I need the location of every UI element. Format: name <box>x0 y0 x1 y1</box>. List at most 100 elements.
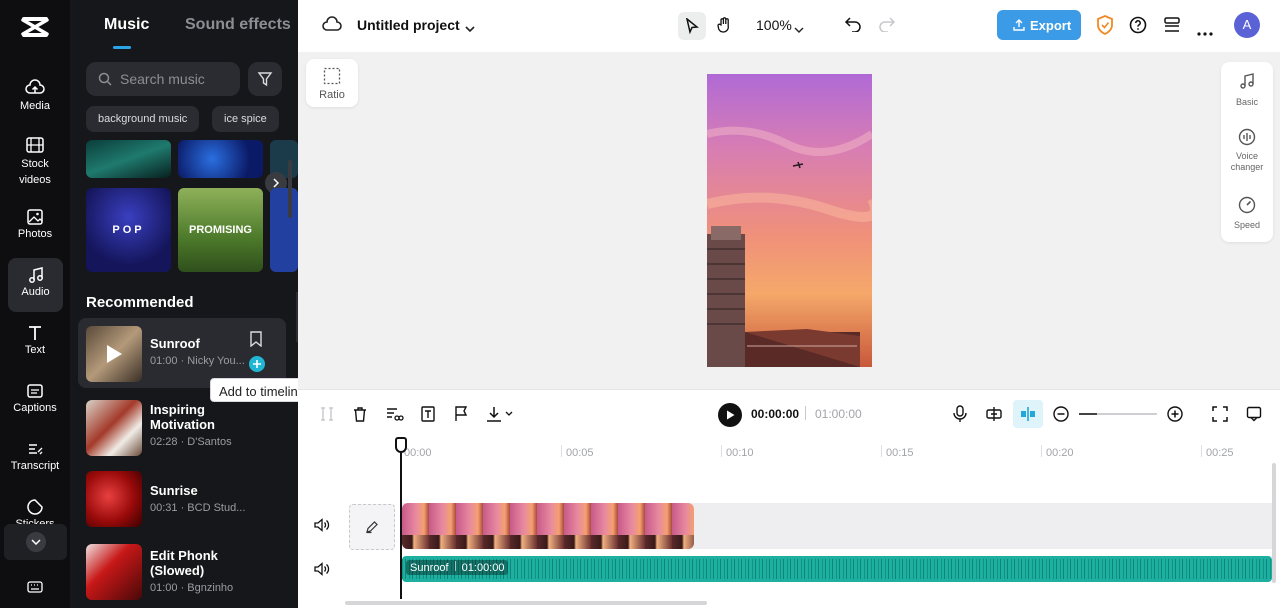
help-icon[interactable] <box>1129 16 1147 39</box>
bookmark-icon[interactable] <box>250 331 262 352</box>
rail-label: Text <box>24 344 46 356</box>
volume-icon[interactable] <box>314 518 330 537</box>
voice-changer-button[interactable]: Voice changer <box>1221 128 1273 173</box>
microphone-icon[interactable] <box>952 405 968 428</box>
redo-button[interactable] <box>878 16 896 37</box>
speed-button[interactable]: Speed <box>1221 196 1273 230</box>
chevron-right-icon <box>273 178 279 188</box>
basic-button[interactable]: Basic <box>1221 72 1273 107</box>
timeline-v-scrollbar[interactable] <box>1272 463 1276 583</box>
tab-music[interactable]: Music <box>104 16 149 34</box>
audio-clip-label: Sunroof 01:00:00 <box>406 560 509 575</box>
music-note-icon <box>28 267 43 283</box>
delete-icon[interactable] <box>352 406 368 427</box>
tick-label: 00:25 <box>1206 447 1234 459</box>
rail-expand[interactable] <box>4 524 67 560</box>
flag-icon[interactable] <box>454 406 468 427</box>
play-icon <box>726 410 734 420</box>
zoom-slider[interactable] <box>1079 413 1157 415</box>
zoom-slider-fill <box>1079 413 1097 415</box>
comment-icon[interactable] <box>1246 406 1262 427</box>
tick-label: 00:15 <box>886 447 914 459</box>
hand-tool-button[interactable] <box>716 16 734 39</box>
search-placeholder: Search music <box>120 71 205 87</box>
volume-icon[interactable] <box>314 562 330 581</box>
card-thumb[interactable] <box>270 188 298 272</box>
chevron-down-icon <box>25 532 46 552</box>
play-button[interactable] <box>718 403 742 427</box>
trim-icon[interactable] <box>386 406 404 427</box>
current-time: 00:00:00 <box>751 407 800 421</box>
split-icon[interactable] <box>320 406 334 427</box>
zoom-out-icon[interactable] <box>1053 406 1069 427</box>
layers-icon[interactable] <box>1163 17 1181 38</box>
voice-wave-icon <box>1238 128 1256 146</box>
filter-button[interactable] <box>248 62 282 96</box>
rail-item-audio[interactable]: Audio <box>8 258 63 312</box>
preview-canvas: Ratio Basic Voice changer Speed <box>298 52 1280 389</box>
side-panel: Basic Voice changer Speed <box>1221 62 1273 242</box>
ratio-button[interactable]: Ratio <box>306 59 358 107</box>
download-icon[interactable] <box>486 406 514 427</box>
undo-button[interactable] <box>844 16 862 37</box>
keyboard-icon[interactable] <box>27 580 43 598</box>
cursor-icon <box>685 18 699 34</box>
chip-background-music[interactable]: background music <box>86 106 200 132</box>
playhead-line <box>400 451 402 599</box>
text-icon <box>29 326 41 340</box>
chevron-down-icon[interactable] <box>465 20 475 38</box>
chevron-down-icon[interactable] <box>794 21 804 39</box>
rail-item-text[interactable]: Text <box>0 324 70 380</box>
add-to-timeline-button[interactable] <box>249 356 265 372</box>
track-item-edit-phonk[interactable]: Edit Phonk (Slowed) 01:00 · Bgnzinho <box>78 536 286 606</box>
card-label: POP <box>112 224 145 236</box>
play-icon[interactable] <box>105 344 123 369</box>
magnet-button[interactable] <box>1013 400 1043 428</box>
select-tool-button[interactable] <box>678 12 706 40</box>
rail-label: Photos <box>17 228 53 240</box>
search-input[interactable]: Search music <box>86 62 240 96</box>
avatar[interactable]: A <box>1234 12 1260 38</box>
track-thumb <box>86 400 142 456</box>
side-label: Basic <box>1235 97 1258 107</box>
export-label: Export <box>1030 18 1072 33</box>
card-pop[interactable]: POP <box>86 188 171 272</box>
zoom-in-icon[interactable] <box>1167 406 1183 427</box>
shield-icon[interactable] <box>1096 15 1114 40</box>
video-preview[interactable] <box>707 74 872 367</box>
chip-ice-spice[interactable]: ice spice <box>212 106 279 132</box>
filter-icon <box>257 72 273 87</box>
card-thumb[interactable] <box>86 140 171 178</box>
audio-clip[interactable]: Sunroof 01:00:00 <box>402 556 1272 582</box>
zoom-level[interactable]: 100% <box>756 17 792 33</box>
tab-sound-effects[interactable]: Sound effects <box>185 16 291 34</box>
card-promising[interactable]: PROMISING <box>178 188 263 272</box>
export-button[interactable]: Export <box>997 10 1081 40</box>
freeze-icon[interactable] <box>420 406 436 427</box>
rail-item-captions[interactable]: Captions <box>0 382 70 438</box>
track-meta: 00:31 · BCD Stud... <box>150 502 246 514</box>
cover-button[interactable] <box>349 504 395 550</box>
tick-label: 00:20 <box>1046 447 1074 459</box>
hand-icon <box>717 17 729 33</box>
auto-snap-icon[interactable] <box>985 405 1003 428</box>
track-item-sunrise[interactable]: Sunrise 00:31 · BCD Stud... <box>78 463 286 533</box>
search-icon <box>98 72 112 86</box>
fullscreen-icon[interactable] <box>1212 406 1228 427</box>
section-title: Recommended <box>86 294 194 311</box>
cloud-icon[interactable] <box>322 16 342 37</box>
track-thumb <box>86 326 142 382</box>
panel-scrollbar[interactable] <box>288 160 292 218</box>
more-icon[interactable] <box>1197 23 1213 41</box>
rail-item-stock-videos[interactable]: Stock videos <box>0 136 70 192</box>
track-item-inspiring-motivation[interactable]: Inspiring Motivation 02:28 · D'Santos <box>78 392 286 462</box>
rail-item-media[interactable]: Media <box>0 78 70 134</box>
timeline-h-scrollbar[interactable] <box>345 601 707 605</box>
video-clip[interactable] <box>402 503 694 549</box>
rail-item-photos[interactable]: Photos <box>0 208 70 264</box>
rail-item-transcript[interactable]: Transcript <box>0 440 70 496</box>
card-thumb[interactable] <box>178 140 263 178</box>
project-title[interactable]: Untitled project <box>357 17 460 33</box>
audio-panel: Music Sound effects Search music backgro… <box>70 0 298 608</box>
track-title: Sunrise <box>150 483 198 498</box>
